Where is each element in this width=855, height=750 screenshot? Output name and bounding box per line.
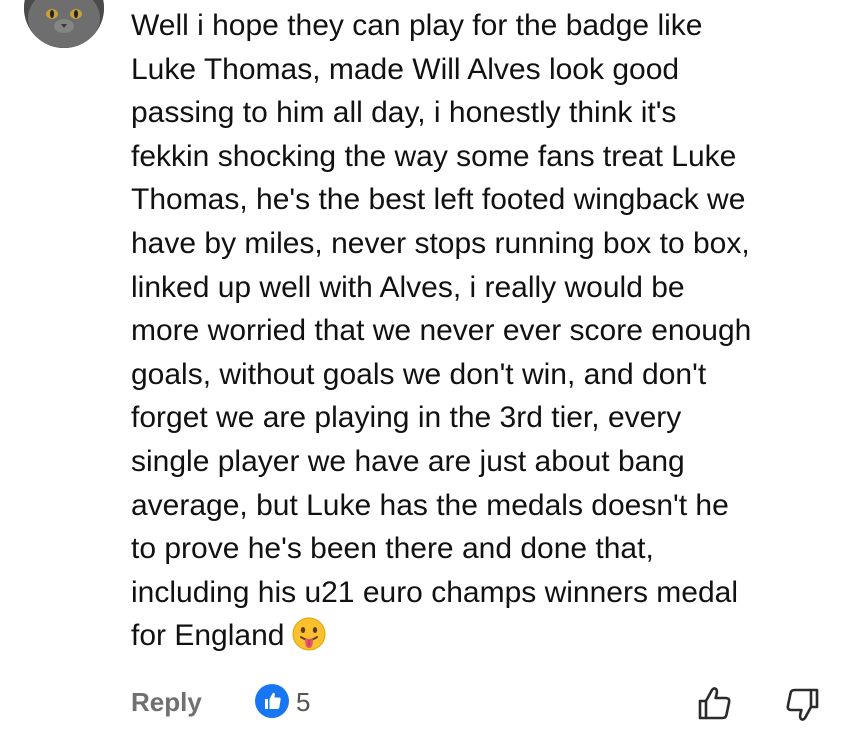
avatar[interactable] (24, 0, 104, 48)
comment-line: including his u21 euro champs winners me… (131, 575, 739, 609)
comment-line: single player we have are just about ban… (131, 444, 685, 478)
comment-line: fekkin shocking the way some fans treat … (131, 139, 737, 173)
like-count: 5 (296, 687, 311, 717)
comment-body: Well i hope they can play for the badge … (131, 4, 846, 664)
comment-line: Well i hope they can play for the badge … (131, 9, 703, 42)
comment-line: have by miles, never stops running box t… (131, 226, 750, 260)
comment-line: to prove he's been there and done that, (131, 532, 654, 566)
comment-last-line: for England (131, 614, 846, 664)
comment-line-text: for England (131, 619, 285, 653)
thumbs-up-icon[interactable] (696, 684, 734, 727)
comment-line: average, but Luke has the medals doesn't… (131, 488, 729, 522)
thumbs-down-icon[interactable] (783, 686, 821, 729)
reply-button[interactable]: Reply (131, 687, 202, 718)
comment-line: forget we are playing in the 3rd tier, e… (131, 401, 682, 435)
face-with-tongue-emoji (292, 617, 326, 664)
comment-line: more worried that we never ever score en… (131, 314, 752, 348)
comment-actions: Reply 5 (131, 684, 855, 724)
comment-line: goals, without goals we don't win, and d… (131, 357, 707, 391)
comment-line: Luke Thomas, made Will Alves look good (131, 52, 680, 86)
comment-line: Thomas, he's the best left footed wingba… (131, 183, 746, 217)
comment-line: linked up well with Alves, i really woul… (131, 270, 685, 304)
like-badge-icon (255, 684, 289, 718)
cat-avatar-icon (24, 0, 104, 48)
comment-line: passing to him all day, i honestly think… (131, 96, 677, 130)
